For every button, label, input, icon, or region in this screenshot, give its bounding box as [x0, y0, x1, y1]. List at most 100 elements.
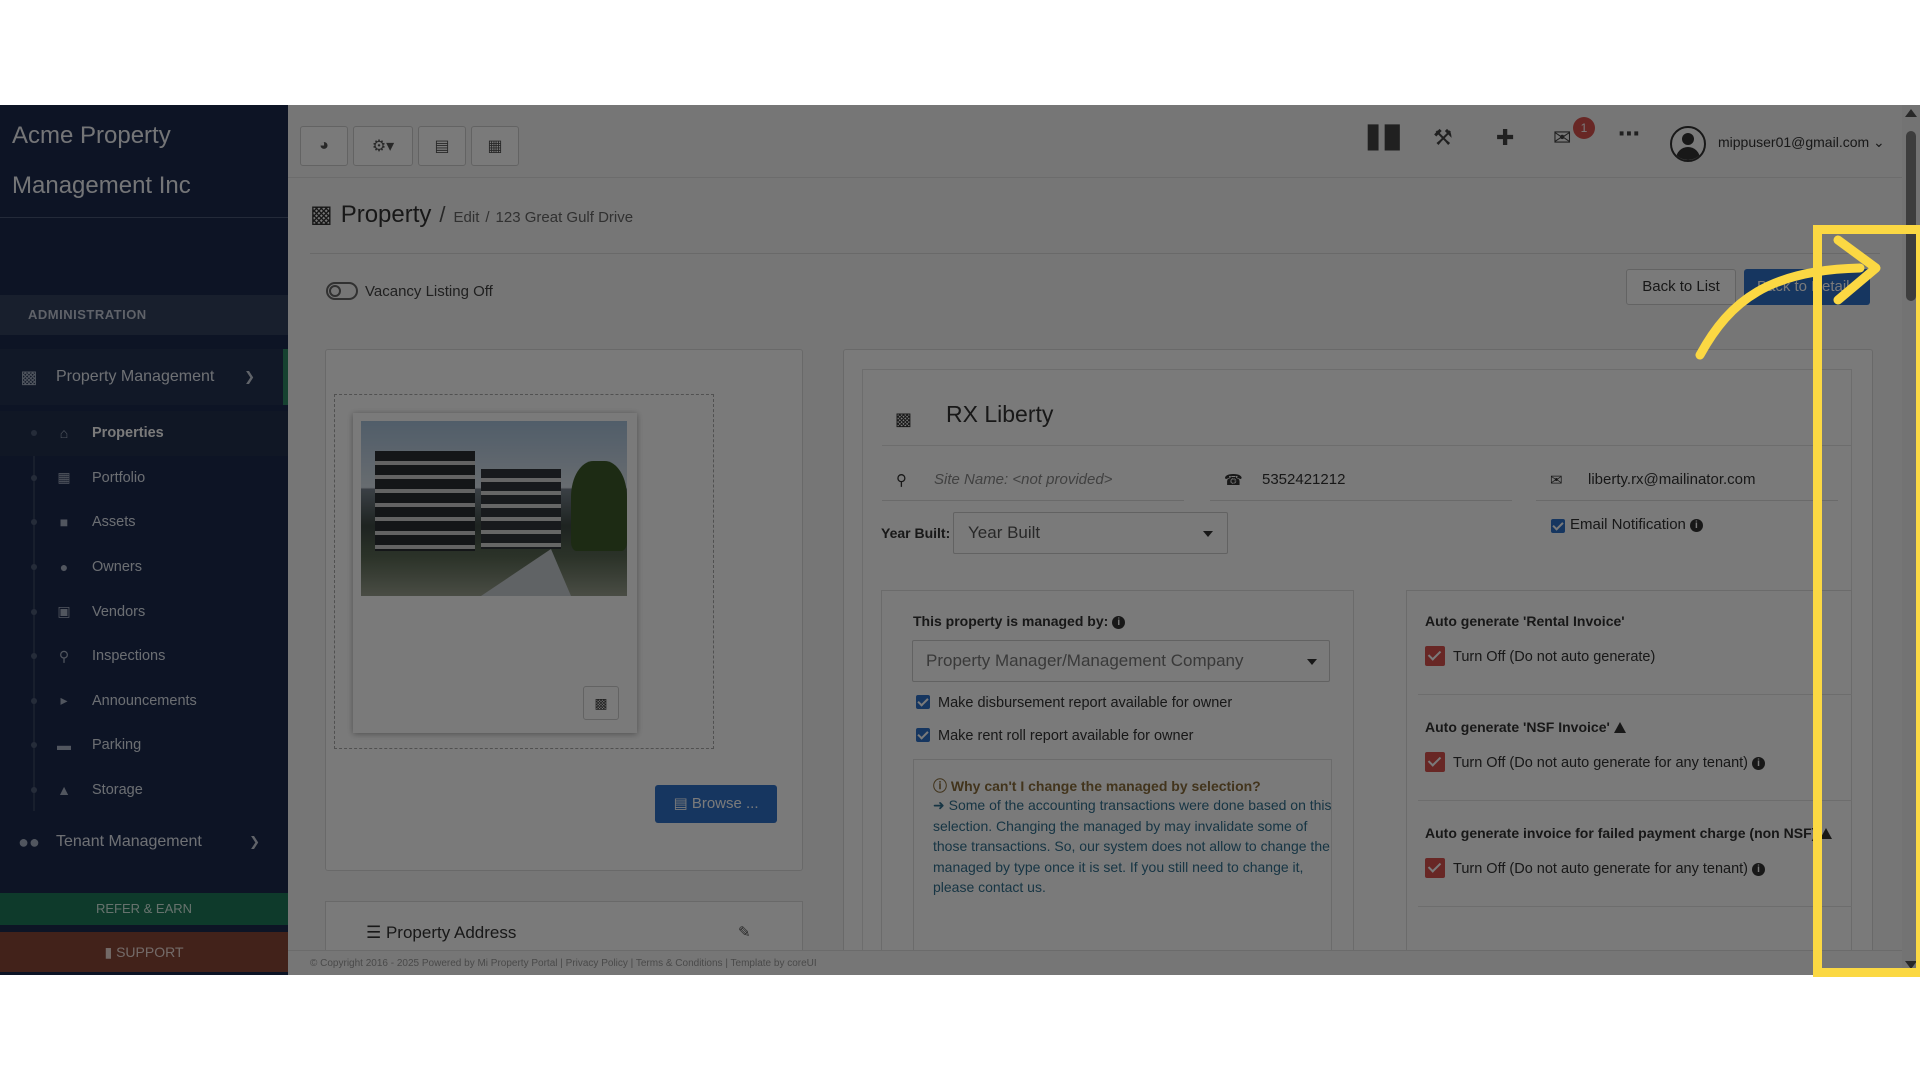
gear-icon: ⚙▾ — [371, 138, 395, 155]
page-title[interactable]: Property — [341, 201, 432, 229]
disbursement-report-label: Make disbursement report available for o… — [938, 695, 1233, 711]
breadcrumb-address: 123 Great Gulf Drive — [495, 209, 634, 226]
sidebar-item-assets[interactable]: ■ Assets — [0, 500, 288, 545]
failed-payment-title-text: Auto generate invoice for failed payment… — [1425, 825, 1817, 841]
year-built-value: Year Built — [968, 523, 1041, 542]
info-icon: i — [1752, 863, 1766, 876]
bullet — [31, 608, 37, 615]
divider — [1418, 694, 1852, 695]
mail-count-badge: 1 — [1573, 117, 1595, 139]
more-icon[interactable]: ⋯ — [1618, 121, 1640, 147]
email-notification-checkbox[interactable] — [1551, 519, 1565, 533]
list-icon: ☰ — [366, 923, 386, 942]
bullet — [31, 474, 37, 481]
settings-dropdown-button[interactable]: ⚙▾ — [353, 126, 413, 166]
failed-payment-checkbox[interactable] — [1425, 858, 1445, 878]
question-icon: ⓘ — [933, 778, 951, 794]
map-pin-icon: ⚲ — [896, 472, 907, 489]
arrow-right-icon: ➜ — [933, 797, 949, 813]
email-field[interactable]: ✉ liberty.rx@mailinator.com — [1536, 463, 1838, 501]
support-button[interactable]: ▮ SUPPORT — [0, 932, 288, 972]
phone-icon: ☎ — [1224, 472, 1243, 489]
sidebar-item-properties[interactable]: ⌂ Properties — [0, 411, 288, 456]
sidebar-item-label: Owners — [92, 559, 142, 576]
why-notice-title: ⓘ Why can't I change the managed by sele… — [933, 776, 1261, 796]
site-name-field[interactable]: ⚲ Site Name: <not provided> — [882, 463, 1184, 501]
rent-roll-report-checkbox[interactable] — [916, 728, 930, 742]
managed-by-select[interactable]: Property Manager/Management Company — [912, 640, 1330, 682]
mail-icon[interactable]: ✉ — [1553, 125, 1571, 151]
property-photo-card: ▩ — [353, 413, 637, 733]
scroll-up-arrow-icon[interactable] — [1905, 109, 1917, 117]
year-built-label: Year Built: — [881, 525, 951, 541]
avatar[interactable] — [1670, 126, 1706, 162]
nav-group-property-management[interactable]: ▩ Property Management ❯ — [0, 349, 288, 405]
bullet — [31, 787, 37, 794]
user-menu[interactable]: mippuser01@gmail.com ⌄ — [1718, 134, 1885, 151]
rental-invoice-checkbox[interactable] — [1425, 646, 1445, 666]
chevron-down-icon: ❯ — [249, 834, 260, 849]
search-icon: ⚲ — [58, 647, 70, 664]
year-built-select[interactable]: Year Built — [953, 512, 1228, 554]
sidebar-item-portfolio[interactable]: ▦ Portfolio — [0, 456, 288, 501]
email-value: liberty.rx@mailinator.com — [1588, 471, 1756, 488]
speedometer-icon: ◕ — [319, 137, 329, 154]
managed-by-value: Property Manager/Management Company — [926, 651, 1244, 670]
administration-section-label: ADMINISTRATION — [0, 295, 288, 335]
rent-roll-report-option[interactable]: Make rent roll report available for owne… — [916, 728, 1193, 744]
home-icon: ⌂ — [59, 425, 69, 442]
nsf-invoice-option[interactable]: Turn Off (Do not auto generate for any t… — [1425, 752, 1766, 772]
wrench-icon[interactable]: ⚒ — [1433, 125, 1453, 151]
disbursement-report-option[interactable]: Make disbursement report available for o… — [916, 695, 1232, 711]
app-frame: Acme Property Management Inc ADMINISTRAT… — [0, 105, 1920, 975]
bullet — [31, 742, 37, 749]
nsf-invoice-label: Turn Off (Do not auto generate for any t… — [1453, 755, 1749, 771]
sidebar-item-announcements[interactable]: ▸ Announcements — [0, 679, 288, 724]
browse-button[interactable]: ▤ Browse ... — [655, 785, 777, 823]
property-photo — [361, 421, 627, 596]
sidebar-item-parking[interactable]: ▬ Parking — [0, 723, 288, 768]
back-to-list-button[interactable]: Back to List — [1626, 269, 1736, 305]
sidebar-item-vendors[interactable]: ▣ Vendors — [0, 589, 288, 634]
vacancy-toggle[interactable] — [326, 282, 358, 300]
sidebar-item-inspections[interactable]: ⚲ Inspections — [0, 634, 288, 679]
browse-label: Browse ... — [691, 795, 759, 812]
sidebar-item-owners[interactable]: ● Owners — [0, 545, 288, 590]
nsf-invoice-title: Auto generate 'NSF Invoice' — [1425, 719, 1626, 735]
bullet — [31, 653, 37, 660]
bar-chart-icon[interactable]: ▋▉ — [1368, 125, 1402, 151]
dashboard-button[interactable]: ◕ — [300, 126, 348, 166]
user-email: mippuser01@gmail.com — [1718, 134, 1870, 150]
phone-field[interactable]: ☎ 5352421212 — [1210, 463, 1512, 501]
calculator-button[interactable]: ▦ — [471, 126, 519, 166]
failed-payment-option[interactable]: Turn Off (Do not auto generate for any t… — [1425, 858, 1766, 878]
warning-icon — [1613, 722, 1626, 733]
nav-group-tenant-management[interactable]: ●● Tenant Management ❯ — [0, 814, 288, 870]
edit-icon[interactable]: ✎ — [738, 923, 751, 941]
info-icon: i — [1112, 616, 1126, 629]
sidebar-item-storage[interactable]: ▲ Storage — [0, 768, 288, 813]
breadcrumb-separator: / — [485, 209, 490, 226]
user-icon: ● — [59, 559, 69, 576]
calendar-button[interactable]: ▤ — [418, 126, 466, 166]
basket-icon: ▲ — [57, 782, 71, 799]
highlight-box — [1813, 225, 1920, 977]
info-icon: i — [1689, 519, 1703, 532]
breadcrumb: ▩ Property / Edit / 123 Great Gulf Drive — [310, 200, 633, 229]
plus-icon[interactable]: ✚ — [1496, 125, 1514, 151]
chevron-down-icon: ❯ — [244, 369, 255, 384]
info-icon: i — [1752, 757, 1766, 770]
rental-invoice-option[interactable]: Turn Off (Do not auto generate) — [1425, 646, 1655, 666]
disbursement-report-checkbox[interactable] — [916, 695, 930, 709]
phone-value: 5352421212 — [1262, 471, 1346, 488]
caret-down-icon — [1307, 659, 1317, 665]
caret-down-icon — [1203, 531, 1213, 537]
refer-earn-button[interactable]: REFER & EARN — [0, 893, 288, 925]
assets-icon: ■ — [59, 514, 69, 531]
delete-photo-button[interactable]: ▩ — [583, 686, 619, 720]
address-panel-title: ☰ Property Address — [366, 923, 516, 943]
envelope-icon: ✉ — [1550, 472, 1563, 489]
divider — [882, 445, 1852, 446]
nsf-invoice-checkbox[interactable] — [1425, 752, 1445, 772]
email-notification-label: Email Notification i — [1570, 516, 1703, 533]
